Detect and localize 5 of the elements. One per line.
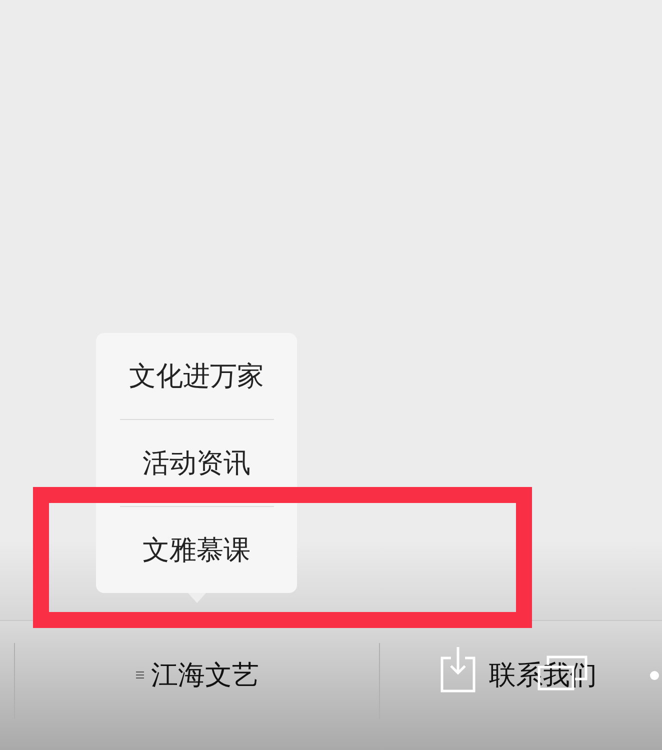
menu-item[interactable]: 文化进万家 [120,333,274,419]
bottom-tab[interactable]: 江海文艺 [15,643,380,719]
menu-item[interactable]: 活动资讯 [120,419,274,506]
menu-icon [135,670,145,680]
menu-item[interactable]: 文雅慕课 [120,506,274,593]
